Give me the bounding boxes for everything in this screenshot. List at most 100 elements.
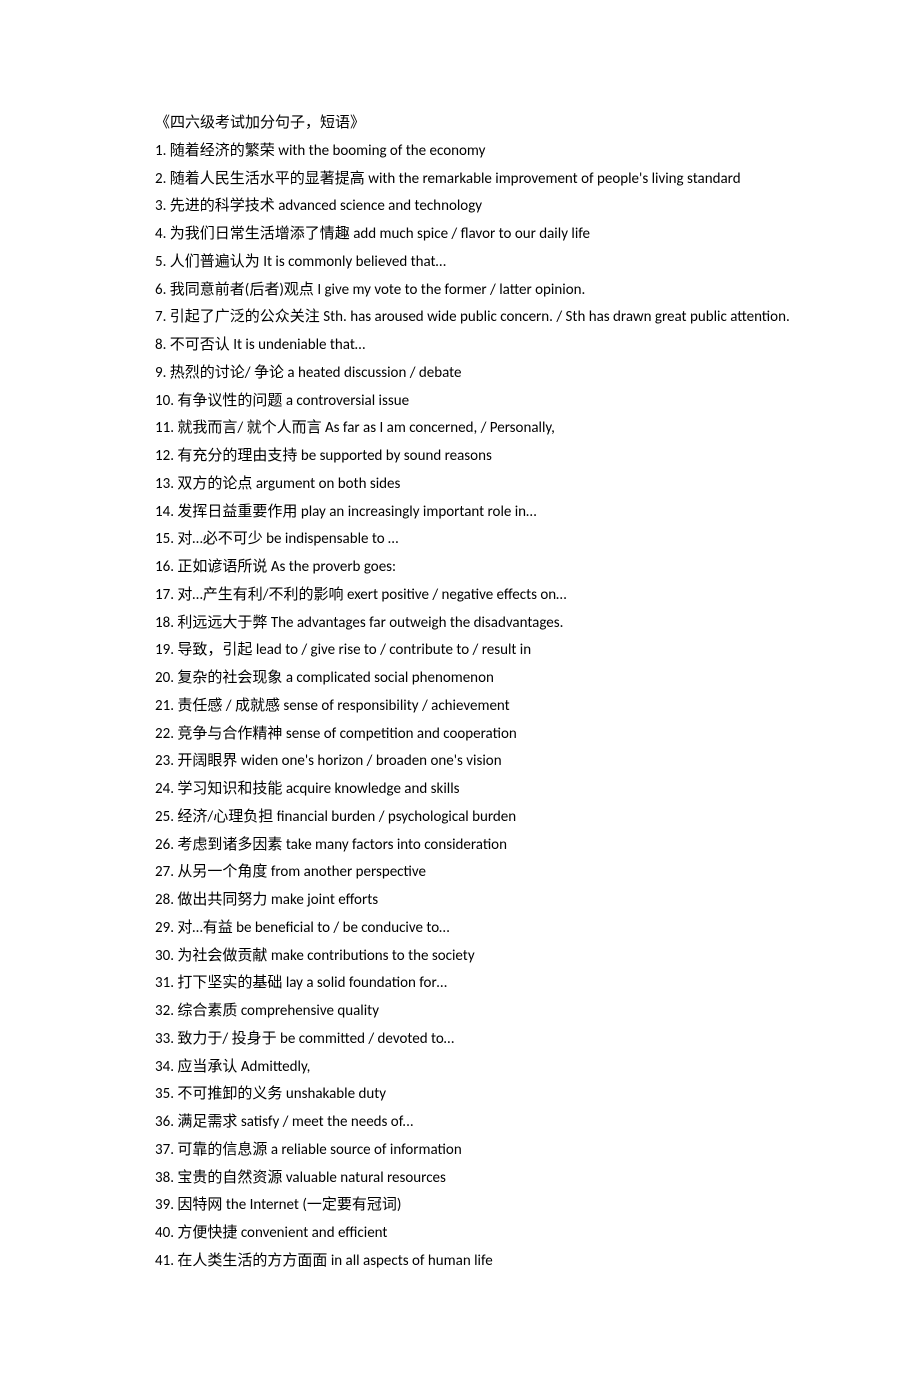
- item-chinese: 利远远大于弊: [177, 614, 267, 632]
- item-chinese: 学习知识和技能: [177, 780, 282, 798]
- item-number: 32.: [155, 1002, 174, 1020]
- item-chinese: 经济/心理负担: [177, 808, 273, 826]
- item-english: take many factors into consideration: [286, 836, 507, 854]
- item-chinese: 打下坚实的基础: [177, 974, 282, 992]
- list-item: 22. 竞争与合作精神 sense of competition and coo…: [125, 721, 795, 749]
- list-item: 21. 责任感 / 成就感 sense of responsibility / …: [125, 693, 795, 721]
- item-chinese: 不可否认: [170, 336, 230, 354]
- list-item: 38. 宝贵的自然资源 valuable natural resources: [125, 1165, 795, 1193]
- item-english: unshakable duty: [286, 1085, 386, 1103]
- item-number: 18.: [155, 614, 174, 632]
- item-english: a reliable source of information: [271, 1141, 462, 1159]
- item-chinese: 人们普遍认为: [170, 253, 260, 271]
- item-english: the Internet (一定要有冠词): [226, 1196, 402, 1214]
- item-number: 29.: [155, 919, 174, 937]
- item-chinese: 先进的科学技术: [170, 197, 275, 215]
- item-english: be committed / devoted to…: [280, 1030, 454, 1048]
- item-chinese: 在人类生活的方方面面: [177, 1252, 327, 1270]
- item-chinese: 对…产生有利/不利的影响: [177, 586, 343, 604]
- list-item: 31. 打下坚实的基础 lay a solid foundation for…: [125, 970, 795, 998]
- list-item: 4. 为我们日常生活增添了情趣 add much spice / flavor …: [125, 221, 795, 249]
- item-number: 19.: [155, 641, 174, 659]
- item-number: 30.: [155, 947, 174, 965]
- item-chinese: 不可推卸的义务: [177, 1085, 282, 1103]
- item-chinese: 正如谚语所说: [177, 558, 267, 576]
- item-number: 28.: [155, 891, 174, 909]
- item-english: I give my vote to the former / latter op…: [317, 281, 585, 299]
- list-item: 20. 复杂的社会现象 a complicated social phenome…: [125, 665, 795, 693]
- document-page: 《四六级考试加分句子，短语》 1. 随着经济的繁荣 with the boomi…: [0, 0, 920, 1376]
- item-english: a complicated social phenomenon: [286, 669, 494, 687]
- item-chinese: 我同意前者(后者)观点: [170, 281, 314, 299]
- item-chinese: 为我们日常生活增添了情趣: [170, 225, 350, 243]
- item-number: 17.: [155, 586, 174, 604]
- item-english: with the booming of the economy: [278, 142, 485, 160]
- item-chinese: 发挥日益重要作用: [177, 503, 297, 521]
- item-number: 15.: [155, 530, 174, 548]
- item-english: be beneficial to / be conducive to…: [236, 919, 449, 937]
- list-item: 17. 对…产生有利/不利的影响 exert positive / negati…: [125, 582, 795, 610]
- list-item: 15. 对…必不可少 be indispensable to …: [125, 526, 795, 554]
- item-number: 8.: [155, 336, 166, 354]
- item-chinese: 对…有益: [177, 919, 232, 937]
- list-item: 36. 满足需求 satisfy / meet the needs of...: [125, 1109, 795, 1137]
- item-chinese: 满足需求: [177, 1113, 237, 1131]
- list-item: 34. 应当承认 Admittedly,: [125, 1054, 795, 1082]
- list-item: 39. 因特网 the Internet (一定要有冠词): [125, 1192, 795, 1220]
- item-english: sense of competition and cooperation: [286, 725, 517, 743]
- item-english: play an increasingly important role in…: [301, 503, 537, 521]
- item-english: make joint efforts: [271, 891, 378, 909]
- list-item: 2. 随着人民生活水平的显著提高 with the remarkable imp…: [125, 166, 795, 194]
- item-english: Sth. has aroused wide public concern. / …: [323, 308, 790, 326]
- item-chinese: 为社会做贡献: [177, 947, 267, 965]
- item-number: 1.: [155, 142, 166, 160]
- item-chinese: 对…必不可少: [177, 530, 262, 548]
- list-item: 40. 方便快捷 convenient and efficient: [125, 1220, 795, 1248]
- item-number: 35.: [155, 1085, 174, 1103]
- item-english: It is commonly believed that…: [263, 253, 446, 271]
- item-english: a controversial issue: [286, 392, 409, 410]
- item-number: 34.: [155, 1058, 174, 1076]
- item-number: 36.: [155, 1113, 174, 1131]
- item-english: As far as I am concerned, / Personally,: [325, 419, 555, 437]
- item-english: with the remarkable improvement of peopl…: [368, 170, 740, 188]
- document-title: 《四六级考试加分句子，短语》: [125, 110, 795, 138]
- list-item: 27. 从另一个角度 from another perspective: [125, 859, 795, 887]
- item-number: 20.: [155, 669, 174, 687]
- item-chinese: 导致，引起: [177, 641, 252, 659]
- list-item: 1. 随着经济的繁荣 with the booming of the econo…: [125, 138, 795, 166]
- list-item: 23. 开阔眼界 widen one's horizon / broaden o…: [125, 748, 795, 776]
- list-item: 19. 导致，引起 lead to / give rise to / contr…: [125, 637, 795, 665]
- item-english: widen one's horizon / broaden one's visi…: [241, 752, 502, 770]
- item-english: exert positive / negative effects on…: [347, 586, 567, 604]
- list-item: 9. 热烈的讨论/ 争论 a heated discussion / debat…: [125, 360, 795, 388]
- item-number: 14.: [155, 503, 174, 521]
- item-chinese: 有争议性的问题: [177, 392, 282, 410]
- item-english: in all aspects of human life: [331, 1252, 493, 1270]
- list-item: 10. 有争议性的问题 a controversial issue: [125, 388, 795, 416]
- list-item: 18. 利远远大于弊 The advantages far outweigh t…: [125, 610, 795, 638]
- item-english: sense of responsibility / achievement: [283, 697, 509, 715]
- item-number: 39.: [155, 1196, 174, 1214]
- item-chinese: 可靠的信息源: [177, 1141, 267, 1159]
- item-english: valuable natural resources: [286, 1169, 446, 1187]
- item-chinese: 随着经济的繁荣: [170, 142, 275, 160]
- item-chinese: 做出共同努力: [177, 891, 267, 909]
- item-english: convenient and efficient: [241, 1224, 388, 1242]
- item-number: 25.: [155, 808, 174, 826]
- item-chinese: 随着人民生活水平的显著提高: [170, 170, 365, 188]
- item-number: 6.: [155, 281, 166, 299]
- list-item: 8. 不可否认 It is undeniable that…: [125, 332, 795, 360]
- item-number: 7.: [155, 308, 166, 326]
- item-number: 16.: [155, 558, 174, 576]
- list-item: 12. 有充分的理由支持 be supported by sound reaso…: [125, 443, 795, 471]
- item-number: 3.: [155, 197, 166, 215]
- item-number: 21.: [155, 697, 174, 715]
- item-number: 13.: [155, 475, 174, 493]
- item-chinese: 责任感 / 成就感: [177, 697, 280, 715]
- item-chinese: 致力于/ 投身于: [177, 1030, 276, 1048]
- item-number: 38.: [155, 1169, 174, 1187]
- item-number: 33.: [155, 1030, 174, 1048]
- item-number: 4.: [155, 225, 166, 243]
- item-english: be supported by sound reasons: [301, 447, 492, 465]
